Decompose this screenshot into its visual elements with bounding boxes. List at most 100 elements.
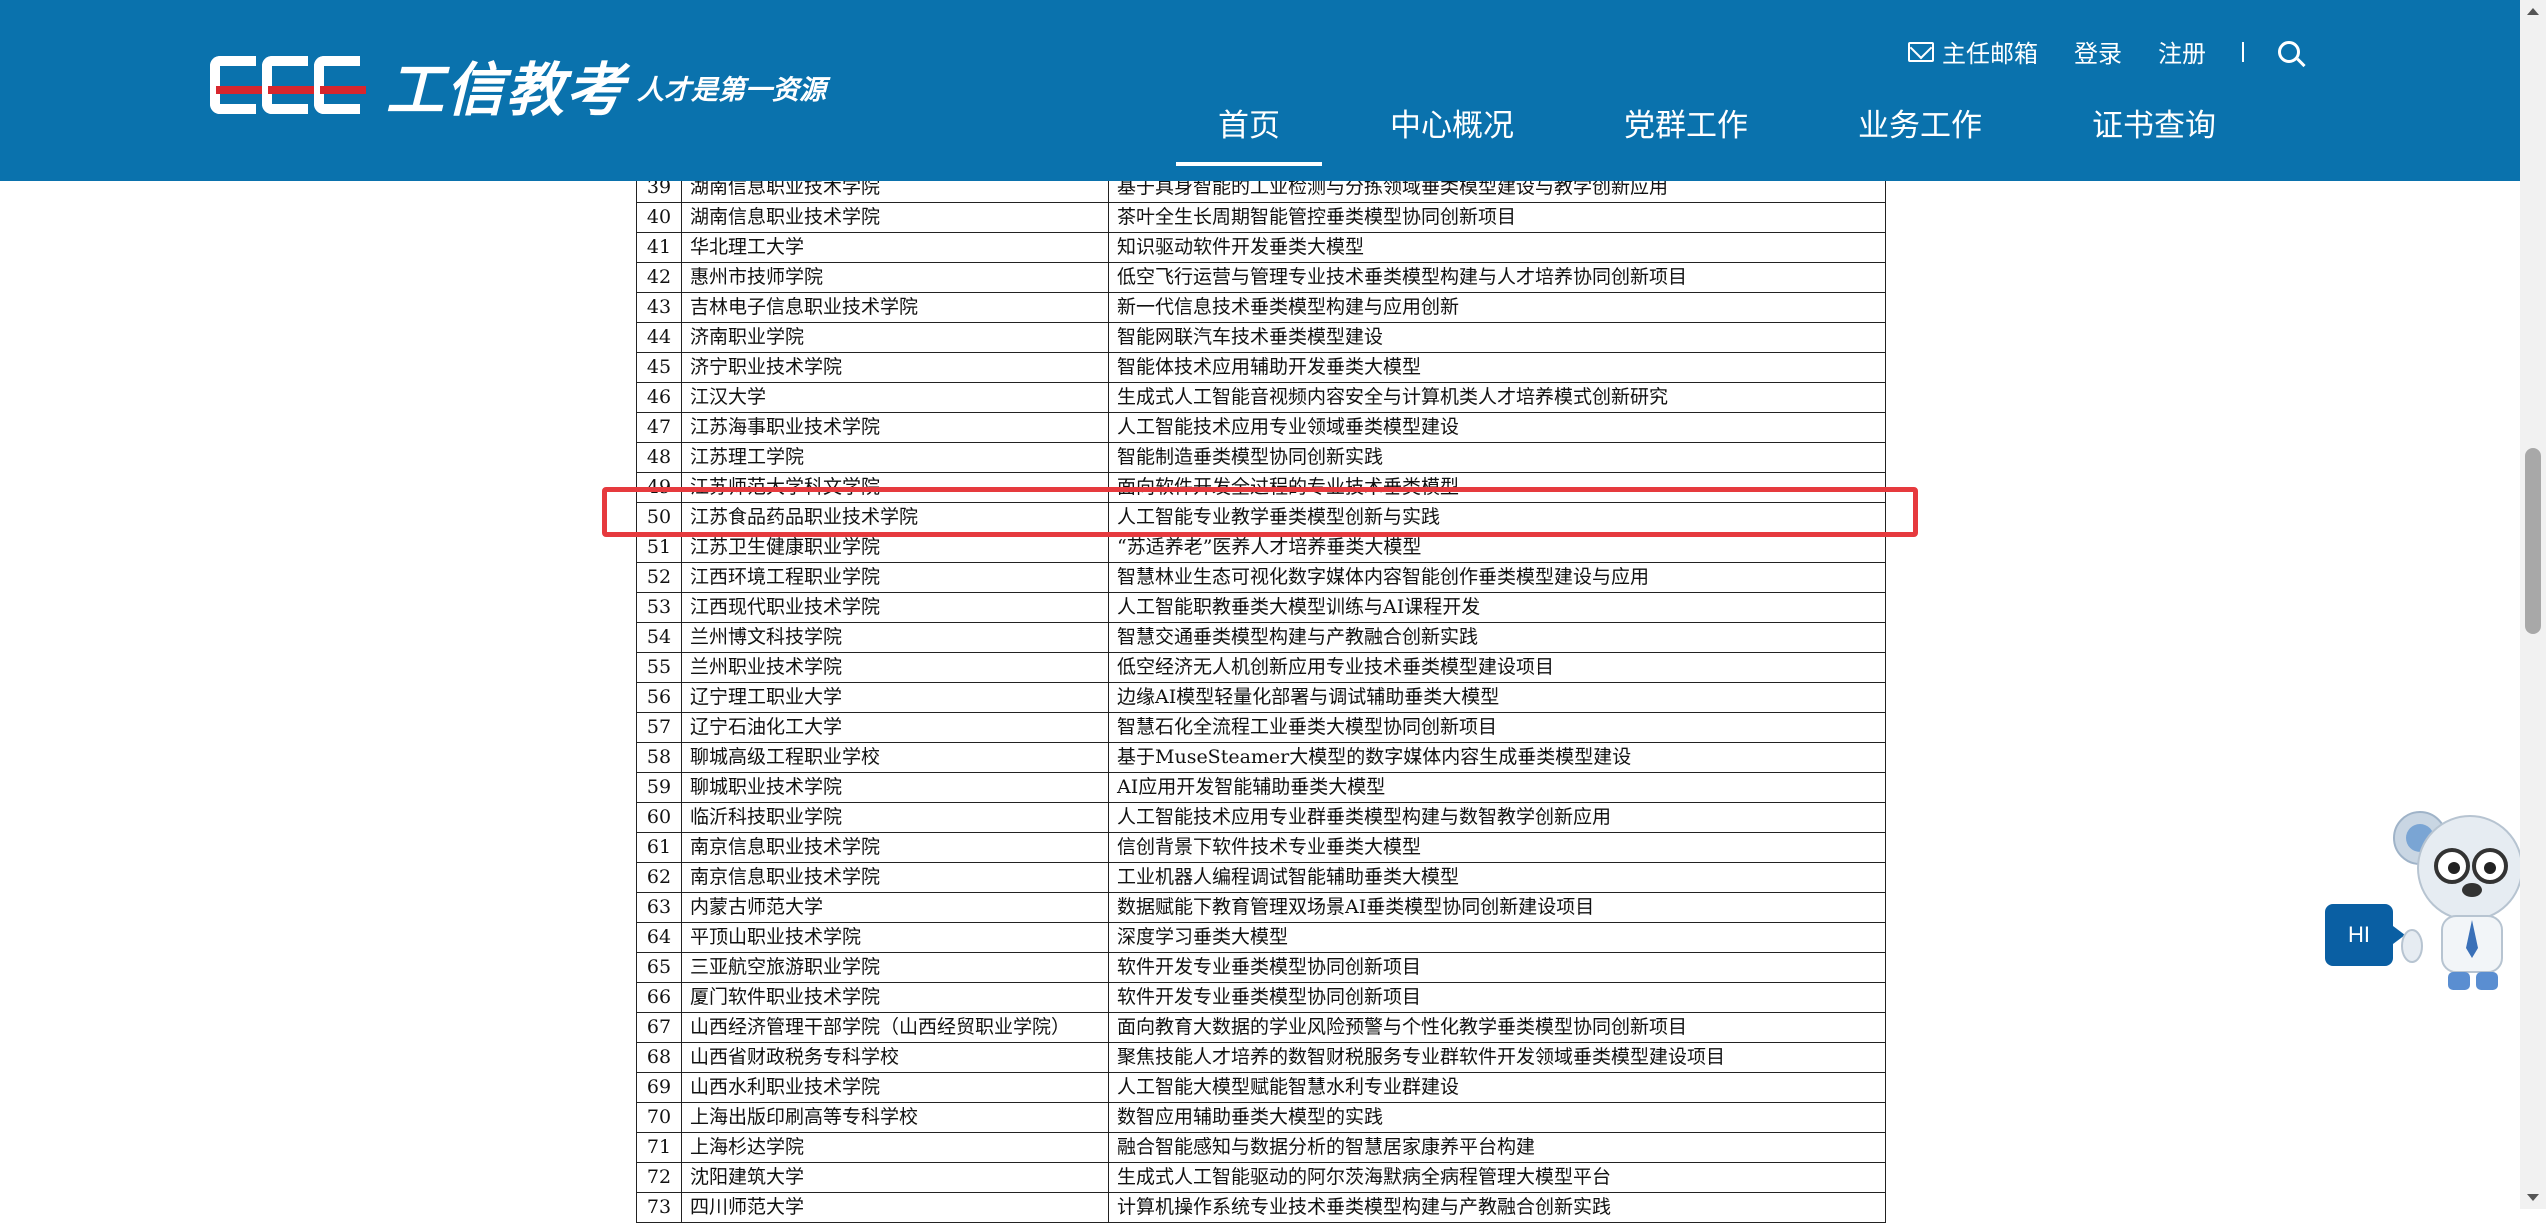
table-row: 58 聊城高级工程职业学校 基于MuseSteamer大模型的数字媒体内容生成垂类模… — [636, 742, 1886, 773]
row-number: 67 — [636, 1012, 682, 1043]
project-name-cell: 低空飞行运营与管理专业技术垂类模型构建与人才培养协同创新项目 — [1108, 262, 1886, 293]
mailbox-label: 主任邮箱 — [1942, 40, 2038, 68]
row-number: 72 — [636, 1162, 682, 1193]
school-name-cell: 江苏食品药品职业技术学院 — [681, 502, 1109, 533]
school-name-cell: 江汉大学 — [681, 382, 1109, 413]
koala-mascot-icon[interactable] — [2390, 798, 2522, 998]
project-name-cell: 智慧林业生态可视化数字媒体内容智能创作垂类模型建设与应用 — [1108, 562, 1886, 593]
search-icon[interactable] — [2278, 40, 2300, 63]
school-name-cell: 山西水利职业技术学院 — [681, 1072, 1109, 1103]
school-name-cell: 山西省财政税务专科学校 — [681, 1042, 1109, 1073]
school-name-cell: 兰州职业技术学院 — [681, 652, 1109, 683]
nav-tab-certificate-query[interactable]: 证书查询 — [2092, 100, 2216, 164]
row-number: 58 — [636, 742, 682, 773]
site-logo[interactable]: 工信教考 — [210, 50, 626, 124]
register-link[interactable]: 注册 — [2158, 34, 2206, 69]
project-name-cell: 茶叶全生长周期智能管控垂类模型协同创新项目 — [1108, 202, 1886, 233]
project-name-cell: 数智应用辅助垂类大模型的实践 — [1108, 1102, 1886, 1133]
project-list-table: 39 湖南信息职业技术学院 基于具身智能的工业检测与分拣领域垂类模型建设与教学创新应… — [636, 172, 1886, 1223]
row-number: 66 — [636, 982, 682, 1013]
assistant-hi-bubble[interactable]: HI — [2325, 904, 2405, 966]
school-name-cell: 沈阳建筑大学 — [681, 1162, 1109, 1193]
row-number: 49 — [636, 472, 682, 503]
table-row: 42 惠州市技师学院 低空飞行运营与管理专业技术垂类模型构建与人才培养协同创新项目 — [636, 262, 1886, 293]
nav-tab-center-overview[interactable]: 中心概况 — [1390, 100, 1514, 164]
table-row: 66 厦门软件职业技术学院 软件开发专业垂类模型协同创新项目 — [636, 982, 1886, 1013]
project-name-cell: 低空经济无人机创新应用专业技术垂类模型建设项目 — [1108, 652, 1886, 683]
row-number: 50 — [636, 502, 682, 533]
row-number: 56 — [636, 682, 682, 713]
school-name-cell: 江苏海事职业技术学院 — [681, 412, 1109, 443]
project-name-cell: 信创背景下软件技术专业垂类大模型 — [1108, 832, 1886, 863]
row-number: 42 — [636, 262, 682, 293]
row-number: 53 — [636, 592, 682, 623]
project-name-cell: 边缘AI模型轻量化部署与调试辅助垂类大模型 — [1108, 682, 1886, 713]
row-number: 59 — [636, 772, 682, 803]
school-name-cell: 山西经济管理干部学院（山西经贸职业学院） — [681, 1012, 1109, 1043]
project-name-cell: 基于MuseSteamer大模型的数字媒体内容生成垂类模型建设 — [1108, 742, 1886, 773]
row-number: 40 — [636, 202, 682, 233]
table-row: 51 江苏卫生健康职业学院 “苏适养老”医养人才培养垂类大模型 — [636, 532, 1886, 563]
table-row: 45 济宁职业技术学院 智能体技术应用辅助开发垂类大模型 — [636, 352, 1886, 383]
table-row: 62 南京信息职业技术学院 工业机器人编程调试智能辅助垂类大模型 — [636, 862, 1886, 893]
school-name-cell: 华北理工大学 — [681, 232, 1109, 263]
table-row: 52 江西环境工程职业学院 智慧林业生态可视化数字媒体内容智能创作垂类模型建设与应用 — [636, 562, 1886, 593]
table-row: 57 辽宁石油化工大学 智慧石化全流程工业垂类大模型协同创新项目 — [636, 712, 1886, 743]
project-name-cell: 新一代信息技术垂类模型构建与应用创新 — [1108, 292, 1886, 323]
nav-tab-business-work[interactable]: 业务工作 — [1858, 100, 1982, 164]
login-link[interactable]: 登录 — [2074, 34, 2122, 69]
table-row: 54 兰州博文科技学院 智慧交通垂类模型构建与产教融合创新实践 — [636, 622, 1886, 653]
project-name-cell: 知识驱动软件开发垂类大模型 — [1108, 232, 1886, 263]
row-number: 62 — [636, 862, 682, 893]
row-number: 46 — [636, 382, 682, 413]
project-name-cell: 数据赋能下教育管理双场景AI垂类模型协同创新建设项目 — [1108, 892, 1886, 923]
row-number: 55 — [636, 652, 682, 683]
row-number: 48 — [636, 442, 682, 473]
row-number: 69 — [636, 1072, 682, 1103]
table-row: 69 山西水利职业技术学院 人工智能大模型赋能智慧水利专业群建设 — [636, 1072, 1886, 1103]
project-name-cell: 人工智能技术应用专业群垂类模型构建与数智教学创新应用 — [1108, 802, 1886, 833]
table-row: 61 南京信息职业技术学院 信创背景下软件技术专业垂类大模型 — [636, 832, 1886, 863]
row-number: 54 — [636, 622, 682, 653]
row-number: 65 — [636, 952, 682, 983]
table-row: 56 辽宁理工职业大学 边缘AI模型轻量化部署与调试辅助垂类大模型 — [636, 682, 1886, 713]
row-number: 51 — [636, 532, 682, 563]
project-name-cell: “苏适养老”医养人才培养垂类大模型 — [1108, 532, 1886, 563]
school-name-cell: 辽宁理工职业大学 — [681, 682, 1109, 713]
school-name-cell: 江苏师范大学科文学院 — [681, 472, 1109, 503]
school-name-cell: 兰州博文科技学院 — [681, 622, 1109, 653]
project-name-cell: 人工智能大模型赋能智慧水利专业群建设 — [1108, 1072, 1886, 1103]
scrollbar-thumb[interactable] — [2525, 448, 2541, 634]
school-name-cell: 济宁职业技术学院 — [681, 352, 1109, 383]
table-row: 48 江苏理工学院 智能制造垂类模型协同创新实践 — [636, 442, 1886, 473]
nav-tab-home[interactable]: 首页 — [1176, 100, 1322, 166]
scroll-up-arrow-icon[interactable] — [2527, 8, 2539, 15]
school-name-cell: 四川师范大学 — [681, 1192, 1109, 1223]
table-row: 65 三亚航空旅游职业学院 软件开发专业垂类模型协同创新项目 — [636, 952, 1886, 983]
mail-icon — [1908, 41, 1934, 62]
logo-text: 工信教考 — [386, 56, 627, 124]
row-number: 57 — [636, 712, 682, 743]
slogan: 人才是第一资源 — [637, 75, 826, 106]
director-mailbox-link[interactable]: 主任邮箱 — [1908, 34, 2038, 69]
site-header: 工信教考 人才是第一资源 主任邮箱 登录 注册 首页 中心概况 党群工作 业务工… — [0, 0, 2520, 181]
row-number: 73 — [636, 1192, 682, 1223]
row-number: 71 — [636, 1132, 682, 1163]
table-row: 64 平顶山职业技术学院 深度学习垂类大模型 — [636, 922, 1886, 953]
school-name-cell: 辽宁石油化工大学 — [681, 712, 1109, 743]
scroll-down-arrow-icon[interactable] — [2527, 1194, 2539, 1201]
school-name-cell: 聊城高级工程职业学校 — [681, 742, 1109, 773]
project-name-cell: 面向教育大数据的学业风险预警与个性化教学垂类模型协同创新项目 — [1108, 1012, 1886, 1043]
table-row: 67 山西经济管理干部学院（山西经贸职业学院） 面向教育大数据的学业风险预警与个性化… — [636, 1012, 1886, 1043]
nav-tab-party-work[interactable]: 党群工作 — [1624, 100, 1748, 164]
table-row: 72 沈阳建筑大学 生成式人工智能驱动的阿尔茨海默病全病程管理大模型平台 — [636, 1162, 1886, 1193]
project-name-cell: 生成式人工智能驱动的阿尔茨海默病全病程管理大模型平台 — [1108, 1162, 1886, 1193]
cec-logo-mark — [210, 54, 366, 116]
table-row: 70 上海出版印刷高等专科学校 数智应用辅助垂类大模型的实践 — [636, 1102, 1886, 1133]
row-number: 43 — [636, 292, 682, 323]
page-scrollbar[interactable] — [2520, 0, 2546, 1209]
table-row: 44 济南职业学院 智能网联汽车技术垂类模型建设 — [636, 322, 1886, 353]
project-name-cell: 软件开发专业垂类模型协同创新项目 — [1108, 982, 1886, 1013]
table-row: 46 江汉大学 生成式人工智能音视频内容安全与计算机类人才培养模式创新研究 — [636, 382, 1886, 413]
school-name-cell: 聊城职业技术学院 — [681, 772, 1109, 803]
